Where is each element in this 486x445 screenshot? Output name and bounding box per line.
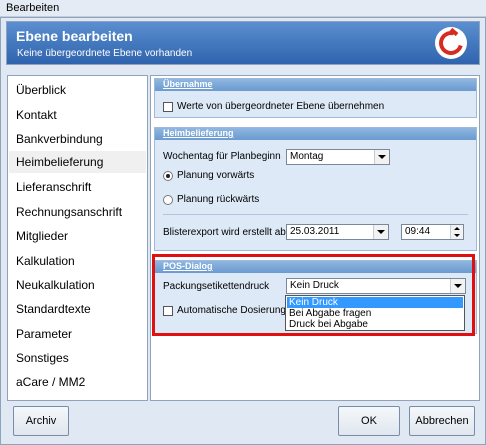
dialog-title: Ebene bearbeiten: [16, 28, 133, 44]
dialog-subtitle: Keine übergeordnete Ebene vorhanden: [17, 48, 193, 59]
sidebar-item-kalkulation[interactable]: Kalkulation: [16, 254, 75, 268]
group-header: Heimbelieferung: [155, 128, 476, 140]
cancel-button[interactable]: Abbrechen: [409, 406, 475, 436]
group-header: Übernahme: [155, 79, 476, 91]
inherit-values-label: Werte von übergeordneter Ebene übernehme…: [177, 101, 385, 112]
sidebar-item-kontakt[interactable]: Kontakt: [16, 108, 57, 122]
ok-button[interactable]: OK: [338, 406, 400, 436]
logo-icon: [435, 27, 467, 59]
weekday-value: Montag: [290, 151, 324, 162]
sidebar-nav: Überblick Kontakt Bankverbindung Heimbel…: [7, 75, 148, 401]
group-uebernahme: Übernahme Werte von übergeordneter Ebene…: [154, 78, 477, 118]
sidebar-item-bankverbindung[interactable]: Bankverbindung: [16, 132, 103, 146]
blister-date-value: 25.03.2011: [290, 226, 340, 237]
sidebar-item-acare-mm2[interactable]: aCare / MM2: [16, 375, 85, 389]
dropdown-option-kein-druck[interactable]: Kein Druck: [287, 297, 463, 308]
window-titlebar: Bearbeiten: [0, 0, 486, 17]
planning-backward-label: Planung rückwärts: [177, 194, 260, 205]
chevron-down-icon[interactable]: [374, 150, 389, 164]
dialog-header: Ebene bearbeiten Keine übergeordnete Ebe…: [6, 21, 480, 65]
blister-time-spinner[interactable]: 09:44: [401, 224, 464, 240]
group-title: Übernahme: [163, 79, 213, 89]
weekday-select[interactable]: Montag: [286, 149, 390, 165]
planning-forward-radio[interactable]: [163, 171, 173, 181]
sidebar-item-standardtexte[interactable]: Standardtexte: [16, 302, 91, 316]
content-panel: Übernahme Werte von übergeordneter Ebene…: [150, 75, 480, 401]
chevron-down-icon[interactable]: [373, 225, 388, 239]
spin-down-icon[interactable]: [450, 232, 463, 239]
inherit-values-checkbox[interactable]: [163, 102, 173, 112]
archive-button[interactable]: Archiv: [13, 406, 69, 436]
planning-backward-radio[interactable]: [163, 195, 173, 205]
blister-date-picker[interactable]: 25.03.2011: [286, 224, 389, 240]
dropdown-option-bei-abgabe-fragen[interactable]: Bei Abgabe fragen: [287, 308, 463, 319]
group-title: Heimbelieferung: [163, 128, 234, 138]
sidebar-item-parameter[interactable]: Parameter: [16, 327, 72, 341]
sidebar-item-sonstiges[interactable]: Sonstiges: [16, 351, 69, 365]
blister-export-label: Blisterexport wird erstellt ab:: [163, 227, 289, 238]
planning-forward-label: Planung vorwärts: [177, 170, 255, 181]
divider: [163, 214, 468, 215]
label-print-dropdown-list: Kein Druck Bei Abgabe fragen Druck bei A…: [285, 295, 465, 331]
sidebar-item-rechnungsanschrift[interactable]: Rechnungsanschrift: [16, 205, 122, 219]
sidebar-item-lieferanschrift[interactable]: Lieferanschrift: [16, 180, 91, 194]
sidebar-item-heimbelieferung[interactable]: Heimbelieferung: [9, 151, 146, 173]
sidebar-item-ueberblick[interactable]: Überblick: [16, 83, 66, 97]
group-heimbelieferung: Heimbelieferung Wochentag für Planbeginn…: [154, 127, 477, 251]
blister-time-value: 09:44: [405, 226, 431, 237]
window-title: Bearbeiten: [6, 2, 60, 14]
sidebar-item-neukalkulation[interactable]: Neukalkulation: [16, 278, 95, 292]
sidebar-item-mitglieder[interactable]: Mitglieder: [16, 229, 68, 243]
dropdown-option-druck-bei-abgabe[interactable]: Druck bei Abgabe: [287, 319, 463, 330]
weekday-label: Wochentag für Planbeginn: [163, 151, 281, 162]
